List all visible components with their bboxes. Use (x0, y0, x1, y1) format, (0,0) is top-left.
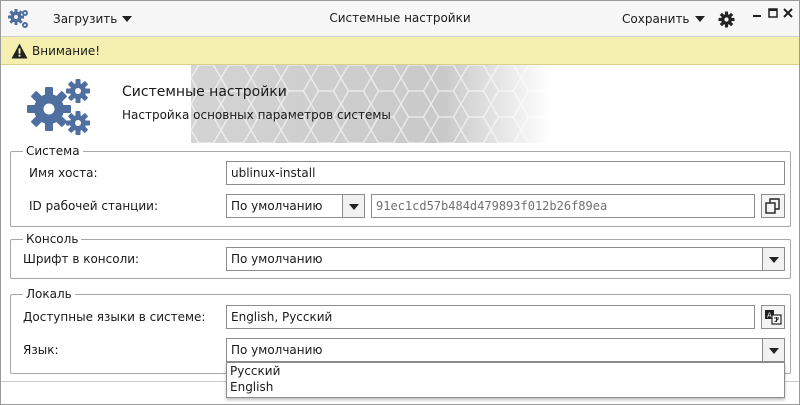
hexagon-pattern (191, 65, 551, 143)
language-option-russian[interactable]: Русский (230, 364, 280, 378)
machine-id-input[interactable]: 91ec1cd57b484d479893f012b26f89ea (371, 194, 755, 218)
machine-id-label: ID рабочей станции: (29, 199, 158, 213)
warning-text: Внимание! (32, 44, 101, 58)
load-menu-button[interactable]: Загрузить (53, 10, 133, 28)
copy-id-button[interactable] (761, 194, 785, 218)
banner-subtitle: Настройка основных параметров системы (122, 108, 391, 122)
banner: Системные настройки Настройка основных п… (1, 65, 799, 143)
language-label: Язык: (23, 343, 59, 357)
header-bar: Загрузить Системные настройки Сохранить (1, 1, 799, 37)
locale-group-legend: Локаль (23, 287, 75, 301)
available-languages-label: Доступные языки в системе: (23, 310, 206, 324)
save-menu-button[interactable]: Сохранить (622, 10, 705, 28)
chevron-down-icon (694, 16, 705, 22)
load-menu-label: Загрузить (53, 12, 118, 26)
machine-id-mode-value: По умолчанию (231, 199, 323, 213)
choose-languages-button[interactable]: A (761, 305, 785, 329)
console-group-legend: Консоль (23, 232, 82, 246)
banner-title: Системные настройки (122, 84, 287, 100)
maximize-icon[interactable] (768, 8, 778, 18)
console-font-value: По умолчанию (231, 252, 323, 266)
machine-id-mode-combo[interactable]: По умолчанию (226, 194, 365, 218)
svg-text:A: A (767, 312, 772, 320)
minimize-icon[interactable] (752, 8, 762, 18)
gear-icon[interactable] (718, 11, 735, 28)
language-value: По умолчанию (231, 343, 323, 357)
chevron-down-icon (762, 339, 784, 361)
console-font-label: Шрифт в консоли: (23, 252, 140, 266)
language-combo[interactable]: По умолчанию (226, 338, 785, 362)
chevron-down-icon (342, 195, 364, 217)
system-settings-gears-icon (27, 79, 90, 135)
hostname-label: Имя хоста: (29, 166, 98, 180)
system-group-legend: Система (23, 144, 83, 158)
language-icon: A (765, 310, 782, 325)
available-languages-input[interactable]: English, Русский (226, 305, 755, 329)
copy-icon (765, 198, 780, 214)
save-menu-label: Сохранить (622, 12, 690, 26)
chevron-down-icon (762, 248, 784, 270)
hostname-input[interactable]: ublinux-install (226, 161, 785, 185)
console-font-combo[interactable]: По умолчанию (226, 247, 785, 271)
warning-icon (11, 43, 28, 59)
language-dropdown-list: Русский English (226, 362, 785, 398)
language-option-english[interactable]: English (230, 380, 273, 394)
warning-bar: Внимание! (1, 37, 799, 65)
chevron-down-icon (122, 16, 133, 22)
settings-window: Загрузить Системные настройки Сохранить (0, 0, 800, 405)
app-gears-icon (8, 9, 28, 28)
close-icon[interactable] (783, 8, 793, 18)
